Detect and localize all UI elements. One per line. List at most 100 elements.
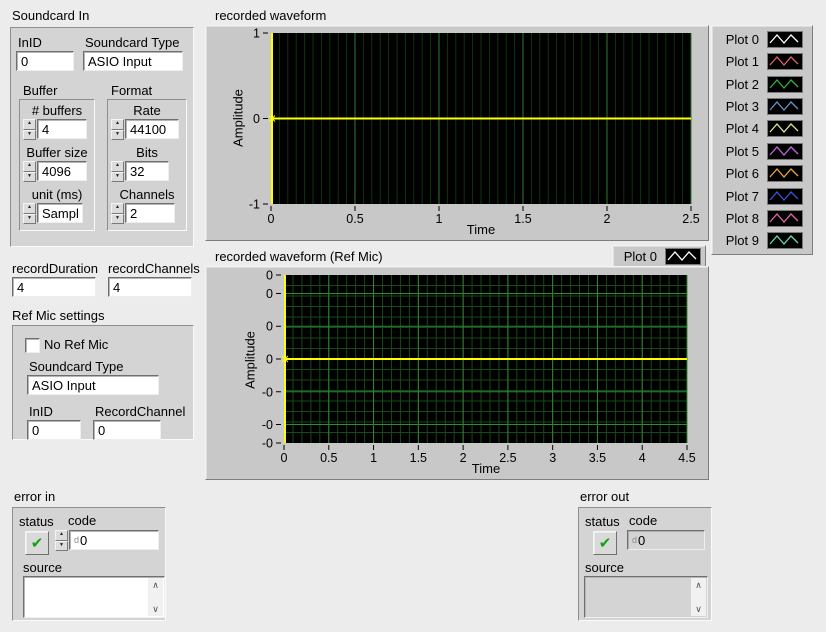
unit-ms-field[interactable]: Sampl xyxy=(37,203,83,223)
decrement-icon[interactable]: ▼ xyxy=(23,172,36,183)
error-in-code-stepper[interactable]: ▲ ▼ xyxy=(55,530,68,551)
increment-icon[interactable]: ▲ xyxy=(23,119,36,130)
legend-item-label: Plot 6 xyxy=(726,166,759,181)
ref-soundcard-type-field[interactable]: ASIO Input xyxy=(27,375,159,395)
soundcard-type-field[interactable]: ASIO Input xyxy=(83,51,183,71)
plot-style-icon[interactable] xyxy=(767,98,803,115)
decrement-icon[interactable]: ▼ xyxy=(55,541,68,552)
legend-item[interactable]: Plot 3 xyxy=(714,95,810,117)
error-in-status-button[interactable]: ✔ xyxy=(25,531,49,555)
error-out-status-label: status xyxy=(585,514,620,529)
legend-item-label: Plot 4 xyxy=(726,121,759,136)
decrement-icon[interactable]: ▼ xyxy=(111,214,124,225)
graph1-y-axis-label: Amplitude xyxy=(231,89,246,147)
buffer-size-stepper[interactable]: ▲ ▼ xyxy=(23,161,36,182)
legend-item[interactable]: Plot 7 xyxy=(714,185,810,207)
soundcard-in-cluster: InID 0 Soundcard Type ASIO Input Buffer … xyxy=(10,27,194,247)
record-channels-field[interactable]: 4 xyxy=(108,277,192,297)
svg-text:0: 0 xyxy=(266,269,273,283)
buffer-title: Buffer xyxy=(23,83,57,98)
graph1-legend: Plot 0 Plot 1 Plot 2 Plot 3 Plot 4 Plot 5 Plot… xyxy=(711,25,813,255)
scroll-down-icon[interactable]: ∨ xyxy=(148,602,163,616)
no-ref-mic-checkbox[interactable] xyxy=(25,338,40,353)
buffer-size-label: Buffer size xyxy=(20,145,94,160)
graph2-legend[interactable]: Plot 0 xyxy=(612,245,706,268)
legend-item[interactable]: Plot 0 xyxy=(714,28,810,50)
decrement-icon[interactable]: ▼ xyxy=(111,130,124,141)
inid-field[interactable]: 0 xyxy=(16,51,74,71)
legend-item[interactable]: Plot 1 xyxy=(714,50,810,72)
error-out-source-label: source xyxy=(585,560,624,575)
plot-style-icon[interactable] xyxy=(767,76,803,93)
graph1-legend-rows: Plot 0 Plot 1 Plot 2 Plot 3 Plot 4 Plot 5 Plot… xyxy=(714,28,810,252)
legend-item-label: Plot 2 xyxy=(726,77,759,92)
num-buffers-field[interactable]: 4 xyxy=(37,119,87,139)
soundcard-type-label: Soundcard Type xyxy=(85,35,179,50)
svg-text:1.5: 1.5 xyxy=(514,212,531,226)
record-duration-field[interactable]: 4 xyxy=(12,277,96,297)
unit-ms-stepper[interactable]: ▲ ▼ xyxy=(23,203,36,224)
scroll-up-icon[interactable]: ∧ xyxy=(691,578,706,592)
rate-field[interactable]: 44100 xyxy=(125,119,179,139)
increment-icon[interactable]: ▲ xyxy=(111,161,124,172)
legend-item-label: Plot 8 xyxy=(726,211,759,226)
plot-style-icon[interactable] xyxy=(767,53,803,70)
bits-stepper[interactable]: ▲ ▼ xyxy=(111,161,124,182)
record-channels-label: recordChannels xyxy=(108,261,200,276)
num-buffers-stepper[interactable]: ▲ ▼ xyxy=(23,119,36,140)
channels-field[interactable]: 2 xyxy=(125,203,175,223)
svg-text:3.5: 3.5 xyxy=(589,451,606,465)
graph1-title: recorded waveform xyxy=(215,8,326,23)
graph2-plot-area[interactable]: 0000-0-0-000.511.522.533.544.5 xyxy=(206,267,706,477)
legend-item[interactable]: Plot 4 xyxy=(714,118,810,140)
legend-item[interactable]: Plot 6 xyxy=(714,162,810,184)
graph2-legend-label: Plot 0 xyxy=(624,249,657,264)
plot-style-icon[interactable] xyxy=(767,143,803,160)
legend-item[interactable]: Plot 5 xyxy=(714,140,810,162)
ref-inid-field[interactable]: 0 xyxy=(27,420,81,440)
plot-style-icon[interactable] xyxy=(767,188,803,205)
increment-icon[interactable]: ▲ xyxy=(23,161,36,172)
scrollbar[interactable]: ∧ ∨ xyxy=(148,578,163,616)
bits-field[interactable]: 32 xyxy=(125,161,169,181)
scroll-up-icon[interactable]: ∧ xyxy=(148,578,163,592)
increment-icon[interactable]: ▲ xyxy=(23,203,36,214)
plot-style-icon[interactable] xyxy=(767,210,803,227)
decrement-icon[interactable]: ▼ xyxy=(23,130,36,141)
graph1-container: 10-100.511.522.5 Amplitude Time xyxy=(205,25,709,241)
legend-item[interactable]: Plot 2 xyxy=(714,73,810,95)
plot-style-icon[interactable] xyxy=(767,165,803,182)
scrollbar[interactable]: ∧ ∨ xyxy=(691,578,706,616)
scroll-down-icon[interactable]: ∨ xyxy=(691,602,706,616)
channels-stepper[interactable]: ▲ ▼ xyxy=(111,203,124,224)
error-out-status-indicator: ✔ xyxy=(593,531,617,555)
increment-icon[interactable]: ▲ xyxy=(111,203,124,214)
legend-item[interactable]: Plot 8 xyxy=(714,207,810,229)
increment-icon[interactable]: ▲ xyxy=(55,530,68,541)
svg-text:0: 0 xyxy=(268,212,275,226)
record-channel-label: RecordChannel xyxy=(95,404,185,419)
record-channel-field[interactable]: 0 xyxy=(93,420,161,440)
legend-item-label: Plot 0 xyxy=(726,32,759,47)
error-in-source-input[interactable]: ∧ ∨ xyxy=(23,576,165,618)
plot-style-icon[interactable] xyxy=(767,31,803,48)
labview-front-panel: Soundcard In InID 0 Soundcard Type ASIO … xyxy=(0,0,826,632)
plot-style-icon[interactable] xyxy=(767,232,803,249)
svg-text:-0: -0 xyxy=(262,418,273,432)
plot-style-icon[interactable] xyxy=(665,248,701,265)
error-in-code-field[interactable]: d 0 xyxy=(69,530,159,550)
decrement-icon[interactable]: ▼ xyxy=(111,172,124,183)
graph2-title: recorded waveform (Ref Mic) xyxy=(215,249,383,264)
legend-item[interactable]: Plot 9 xyxy=(714,230,810,252)
plot-style-icon[interactable] xyxy=(767,120,803,137)
decrement-icon[interactable]: ▼ xyxy=(23,214,36,225)
svg-text:0.5: 0.5 xyxy=(346,212,363,226)
rate-stepper[interactable]: ▲ ▼ xyxy=(111,119,124,140)
svg-text:0: 0 xyxy=(266,353,273,367)
error-in-code-value: 0 xyxy=(80,533,87,548)
rate-label: Rate xyxy=(108,103,186,118)
graph1-plot-area[interactable]: 10-100.511.522.5 xyxy=(206,26,706,238)
error-in-cluster: status ✔ code ▲ ▼ d 0 source ∧ ∨ xyxy=(12,507,166,621)
increment-icon[interactable]: ▲ xyxy=(111,119,124,130)
buffer-size-field[interactable]: 4096 xyxy=(37,161,87,181)
